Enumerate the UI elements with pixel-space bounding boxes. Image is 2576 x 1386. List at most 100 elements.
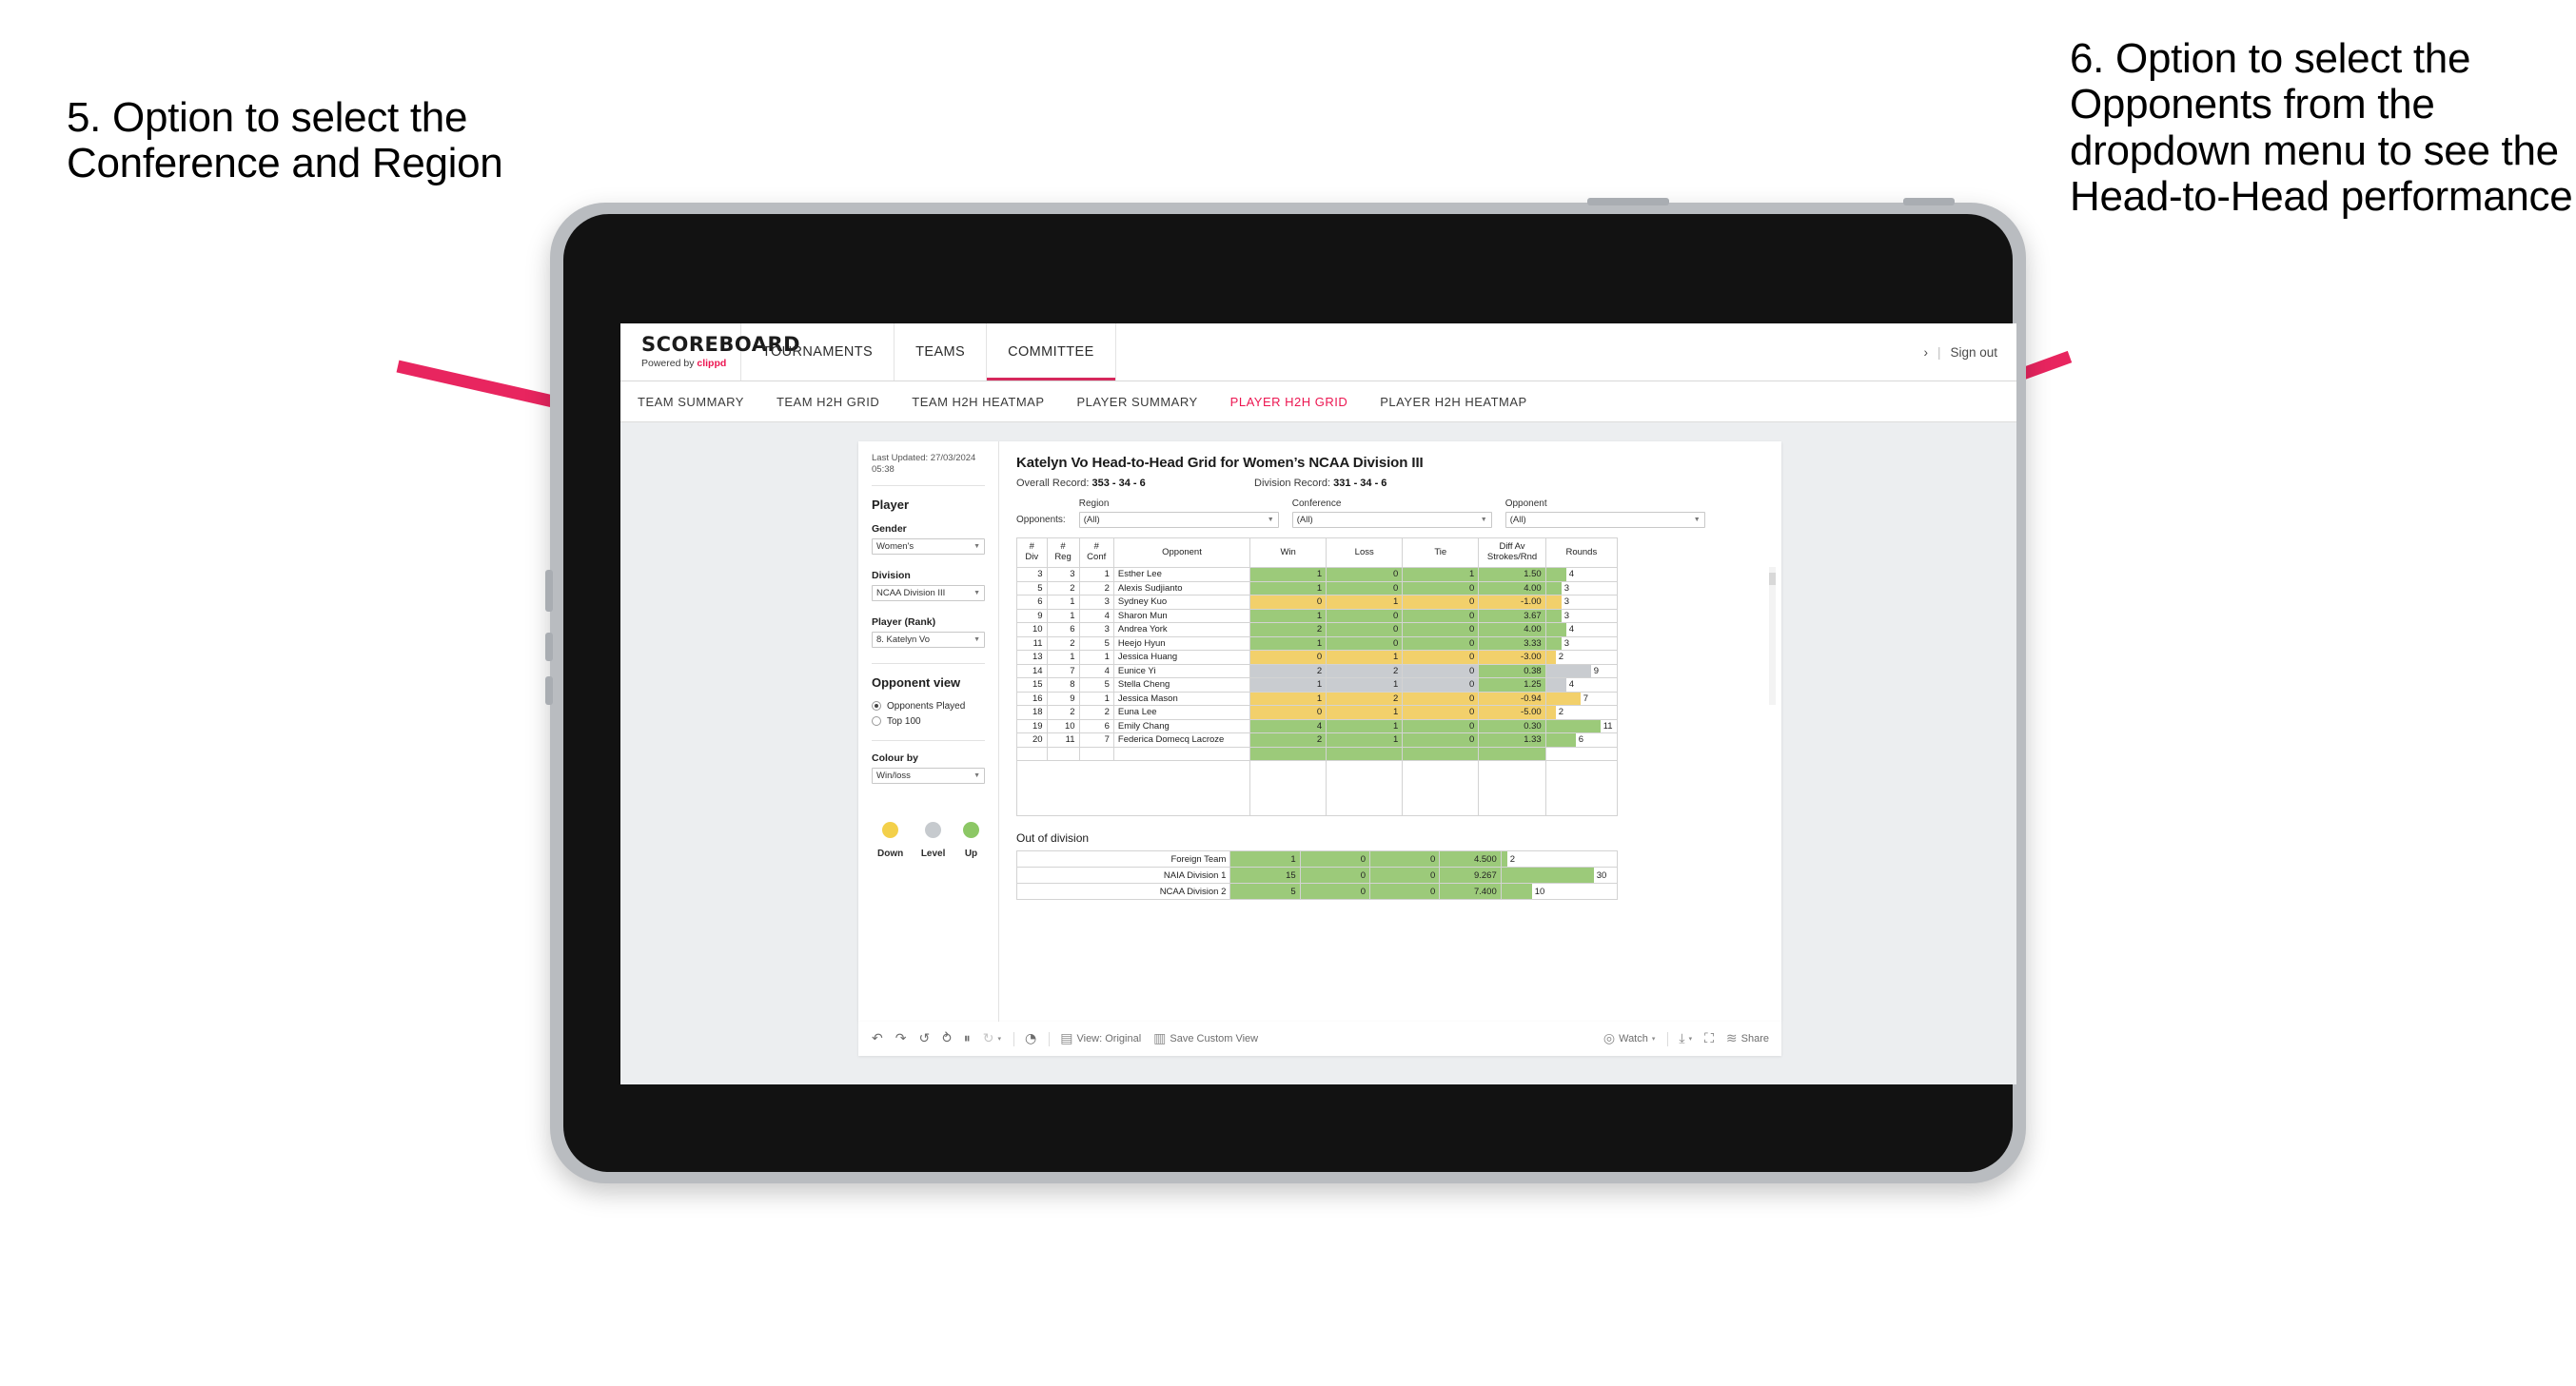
cell-loss: 2: [1326, 663, 1404, 678]
revert-icon[interactable]: ↺: [918, 1032, 930, 1045]
loop-control[interactable]: ↻ ▾: [983, 1032, 1001, 1045]
cell-rounds: 4: [1544, 677, 1619, 693]
share-button[interactable]: ≋ Share: [1726, 1032, 1769, 1045]
table-row-clipped: [1016, 746, 1619, 761]
table-row[interactable]: NCAA Division 2 5 0 0 7.400 10: [1015, 883, 1619, 900]
tab-team-summary[interactable]: TEAM SUMMARY: [638, 395, 744, 409]
fullscreen-icon[interactable]: ⛶: [1704, 1032, 1714, 1045]
radio-icon: [872, 716, 881, 727]
table-row[interactable]: 19 10 6 Emily Chang 4 1 0 0.30 11: [1016, 718, 1619, 733]
radio-opponents-played[interactable]: Opponents Played: [872, 701, 985, 712]
volume-up-button[interactable]: [545, 633, 553, 661]
table-row[interactable]: 10 6 3 Andrea York 2 0 0 4.00 4: [1016, 622, 1619, 637]
nav-teams[interactable]: TEAMS: [895, 323, 988, 381]
sign-out-link[interactable]: Sign out: [1950, 345, 1997, 360]
cell-diff: 9.267: [1439, 867, 1502, 884]
top-button[interactable]: [1903, 198, 1955, 205]
grid-scrollbar[interactable]: [1769, 567, 1776, 705]
cell-win: 1: [1249, 635, 1327, 651]
tab-team-h2h-grid[interactable]: TEAM H2H GRID: [777, 395, 879, 409]
cell-loss: 1: [1326, 732, 1404, 748]
chevron-down-icon: ▼: [973, 635, 980, 643]
cell-conf: 5: [1078, 635, 1114, 651]
table-row[interactable]: 15 8 5 Stella Cheng 1 1 0 1.25 4: [1016, 677, 1619, 693]
table-row[interactable]: 13 1 1 Jessica Huang 0 1 0 -3.00 2: [1016, 650, 1619, 665]
table-row[interactable]: 16 9 1 Jessica Mason 1 2 0 -0.94 7: [1016, 691, 1619, 706]
app-logo[interactable]: SCOREBOARD Powered by clippd: [620, 323, 800, 381]
chevron-down-icon: ▼: [1267, 517, 1274, 523]
watch-button[interactable]: ◎ Watch ▾: [1603, 1032, 1656, 1045]
redo-icon[interactable]: ↷: [895, 1032, 907, 1045]
dashboard-viewport: Last Updated: 27/03/2024 05:38 Player Ge…: [620, 422, 2016, 1084]
h2h-grid-wrapper: # Div # Reg # Conf Opponent Win Loss Tie Di…: [1015, 537, 1776, 816]
conference-select[interactable]: (All) ▼: [1291, 512, 1492, 528]
divider: [872, 484, 985, 486]
opponent-value: (All): [1509, 515, 1526, 525]
annotation-5-text: 5. Option to select the Conference and R…: [67, 94, 503, 187]
table-row[interactable]: NAIA Division 1 15 0 0 9.267 30: [1015, 867, 1619, 884]
undo-icon[interactable]: ↶: [872, 1032, 883, 1045]
view-original-button[interactable]: ▤ View: Original: [1060, 1032, 1141, 1045]
cell-win: 0: [1249, 705, 1327, 720]
scrollbar-thumb[interactable]: [1769, 573, 1776, 585]
divider: [1013, 1031, 1015, 1046]
table-row[interactable]: 9 1 4 Sharon Mun 1 0 0 3.67 3: [1016, 608, 1619, 623]
table-row[interactable]: 3 3 1 Esther Lee 1 0 1 1.50 4: [1016, 567, 1619, 582]
table-row[interactable]: Foreign Team 1 0 0 4.500 2: [1015, 850, 1619, 868]
chevron-down-icon: ▼: [1480, 517, 1487, 523]
opponent-filter: Opponent (All) ▼: [1504, 498, 1705, 528]
cell-diff: 0.38: [1478, 663, 1546, 678]
cell-div: 6: [1016, 595, 1048, 610]
pause-icon[interactable]: ⏸: [964, 1032, 971, 1045]
tab-player-summary[interactable]: PLAYER SUMMARY: [1077, 395, 1198, 409]
alert-icon[interactable]: ◔: [1025, 1032, 1036, 1045]
cell-loss: 0: [1299, 850, 1371, 868]
tab-player-h2h-grid[interactable]: PLAYER H2H GRID: [1230, 395, 1348, 409]
division-field: Division NCAA Division III ▼: [872, 570, 985, 601]
chevron-right-icon[interactable]: ›: [1923, 345, 1928, 360]
table-row[interactable]: 18 2 2 Euna Lee 0 1 0 -5.00 2: [1016, 705, 1619, 720]
opponent-select[interactable]: (All) ▼: [1504, 512, 1705, 528]
download-button[interactable]: ⤓ ▾: [1679, 1032, 1692, 1045]
region-label: Region: [1078, 498, 1110, 509]
volume-down-button[interactable]: [545, 676, 553, 705]
tab-team-h2h-heatmap[interactable]: TEAM H2H HEATMAP: [912, 395, 1044, 409]
out-of-division-table: Foreign Team 1 0 0 4.500 2 NAIA Division 1 15 0 0…: [1015, 850, 1619, 900]
side-button-1[interactable]: [545, 570, 553, 612]
cell-win: 1: [1249, 691, 1327, 706]
player-rank-select[interactable]: 8. Katelyn Vo ▼: [872, 631, 985, 648]
cell-conf: 4: [1078, 663, 1114, 678]
cell-opponent: Euna Lee: [1112, 705, 1251, 720]
nav-tournaments[interactable]: TOURNAMENTS: [741, 323, 895, 381]
power-button[interactable]: [1587, 198, 1669, 205]
save-custom-view-button[interactable]: ▥ Save Custom View: [1153, 1032, 1258, 1045]
nav-committee[interactable]: COMMITTEE: [987, 323, 1116, 381]
hdr-l1: #: [1093, 541, 1099, 553]
gender-select[interactable]: Women's ▼: [872, 537, 985, 555]
cell-div: 10: [1016, 622, 1048, 637]
table-row[interactable]: 6 1 3 Sydney Kuo 0 1 0 -1.00 3: [1016, 595, 1619, 610]
region-select[interactable]: (All) ▼: [1078, 512, 1279, 528]
refresh-icon[interactable]: ⥁: [942, 1032, 952, 1045]
radio-top-100[interactable]: Top 100: [872, 716, 985, 727]
table-row[interactable]: 14 7 4 Eunice Yi 2 2 0 0.38 9: [1016, 663, 1619, 678]
cell-win: 1: [1249, 580, 1327, 595]
cell-loss: 1: [1326, 705, 1404, 720]
cell-diff: 3.67: [1478, 608, 1546, 623]
colour-by-value: Win/loss: [876, 770, 911, 781]
division-record-label: Division Record:: [1254, 478, 1331, 489]
chevron-down-icon: ▾: [1688, 1036, 1693, 1043]
colour-by-select[interactable]: Win/loss ▼: [872, 767, 985, 784]
table-row[interactable]: 11 2 5 Heejo Hyun 1 0 0 3.33 3: [1016, 635, 1619, 651]
overall-record-label: Overall Record:: [1016, 478, 1090, 489]
rounds-value: 3: [1563, 610, 1569, 621]
table-row[interactable]: 20 11 7 Federica Domecq Lacroze 2 1 0 1.33 6: [1016, 732, 1619, 748]
tab-player-h2h-heatmap[interactable]: PLAYER H2H HEATMAP: [1380, 395, 1526, 409]
table-row[interactable]: 5 2 2 Alexis Sudjianto 1 0 0 4.00 3: [1016, 580, 1619, 595]
cell-rounds: 10: [1500, 883, 1619, 900]
cell-rounds: 3: [1544, 608, 1619, 623]
rounds-value: 2: [1558, 707, 1563, 718]
division-select[interactable]: NCAA Division III ▼: [872, 584, 985, 601]
cell-rounds: 6: [1544, 732, 1619, 748]
col-loss: Loss: [1326, 537, 1404, 568]
